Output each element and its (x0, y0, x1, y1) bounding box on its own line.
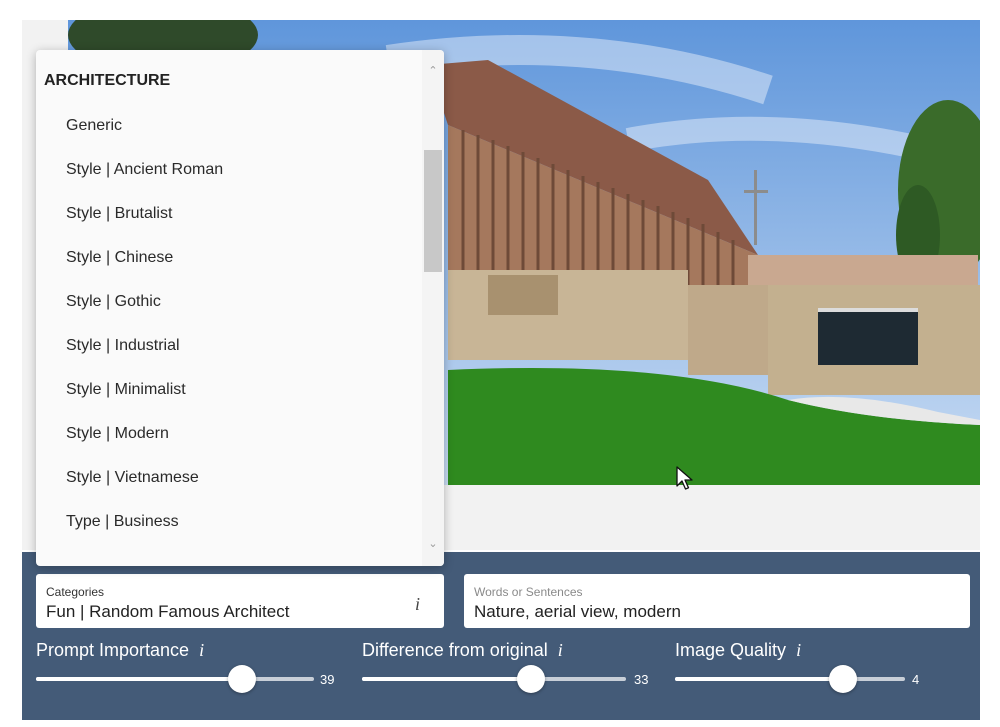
difference-label: Difference from original i (362, 640, 563, 660)
dropdown-option[interactable]: Style | Minimalist (66, 381, 186, 399)
control-panel: Categories Fun | Random Famous Architect… (22, 552, 980, 720)
group-header: ARCHITECTURE (44, 72, 171, 89)
chevron-up-icon[interactable]: ⌃ (426, 64, 440, 77)
dropdown-option[interactable]: Style | Chinese (66, 249, 173, 267)
info-icon[interactable]: i (558, 640, 563, 660)
mouse-pointer-icon (676, 466, 693, 490)
prompt-importance-label: Prompt Importance i (36, 640, 205, 660)
scrollbar-thumb[interactable] (424, 150, 442, 272)
slider-handle[interactable] (828, 665, 857, 693)
slider-fill (36, 677, 242, 681)
slider-value: 39 (320, 672, 335, 687)
slider-handle[interactable] (516, 665, 545, 693)
dropdown-option[interactable]: Style | Ancient Roman (66, 161, 223, 179)
slider-fill (362, 677, 531, 681)
dropdown-option[interactable]: Generic (66, 117, 122, 135)
slider-track[interactable] (36, 665, 314, 693)
categories-value: Fun | Random Famous Architect (46, 602, 290, 621)
slider-handle[interactable] (227, 665, 256, 693)
info-icon[interactable]: i (199, 640, 204, 660)
info-icon[interactable]: i (796, 640, 801, 660)
dropdown-option[interactable]: Style | Industrial (66, 337, 180, 355)
words-input[interactable]: Words or Sentences Nature, aerial view, … (464, 574, 970, 628)
slider-track[interactable] (362, 665, 626, 693)
slider-value: 4 (912, 672, 920, 687)
slider-fill (675, 677, 843, 681)
words-value: Nature, aerial view, modern (474, 602, 681, 621)
info-icon[interactable]: i (415, 594, 420, 615)
slider-track[interactable] (675, 665, 905, 693)
dropdown-option[interactable]: Style | Brutalist (66, 205, 172, 223)
scrollbar[interactable]: ⌃ ⌄ (422, 50, 444, 566)
dropdown-option[interactable]: Style | Vietnamese (66, 469, 199, 487)
chevron-down-icon[interactable]: ⌄ (426, 537, 440, 550)
categories-label: Categories (46, 585, 105, 599)
categories-select[interactable]: Categories Fun | Random Famous Architect… (36, 574, 444, 628)
category-dropdown[interactable]: ARCHITECTURE Generic Style | Ancient Rom… (36, 50, 444, 566)
slider-value: 33 (634, 672, 649, 687)
app-root: Categories Fun | Random Famous Architect… (0, 0, 1000, 727)
words-label: Words or Sentences (474, 585, 583, 599)
dropdown-option[interactable]: Style | Gothic (66, 293, 161, 311)
dropdown-option[interactable]: Style | Modern (66, 425, 169, 443)
dropdown-option[interactable]: Type | Business (66, 513, 179, 531)
image-quality-label: Image Quality i (675, 640, 802, 660)
